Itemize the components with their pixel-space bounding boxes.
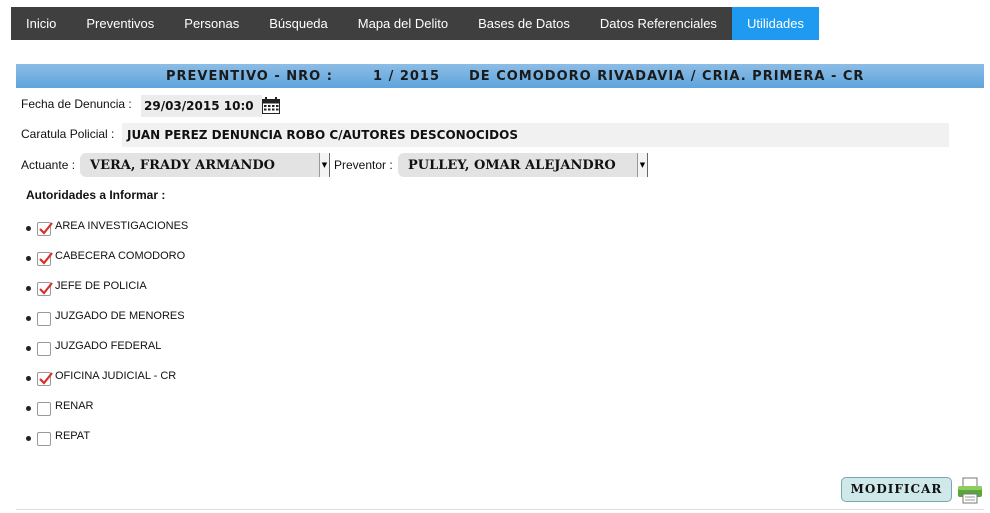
nav-inicio[interactable]: Inicio <box>11 7 71 40</box>
checkmark-icon <box>39 222 53 235</box>
checkbox-label: AREA INVESTIGACIONES <box>55 220 189 232</box>
modificar-button[interactable]: MODIFICAR <box>841 477 952 502</box>
nav-busqueda[interactable]: Búsqueda <box>254 7 343 40</box>
printer-icon[interactable] <box>956 476 984 504</box>
checkbox[interactable] <box>37 432 51 446</box>
preventor-value: PULLEY, OMAR ALEJANDRO <box>408 158 616 173</box>
checkbox[interactable] <box>37 252 53 266</box>
bullet-icon <box>26 346 31 351</box>
nav-mapa-del-delito[interactable]: Mapa del Delito <box>343 7 463 40</box>
bullet-icon <box>26 226 31 231</box>
actuante-select[interactable]: VERA, FRADY ARMANDO ▼ <box>80 153 330 177</box>
checkbox-label: CABECERA COMODORO <box>55 250 186 262</box>
actuante-value: VERA, FRADY ARMANDO <box>90 158 275 173</box>
nav-preventivos[interactable]: Preventivos <box>71 7 169 40</box>
checkbox[interactable] <box>37 222 53 236</box>
autoridades-title: Autoridades a Informar : <box>26 188 166 202</box>
bullet-icon <box>26 376 31 381</box>
checkbox[interactable] <box>37 342 51 356</box>
chevron-down-icon[interactable]: ▼ <box>319 153 330 177</box>
actuante-label: Actuante : <box>21 158 76 172</box>
checkbox[interactable] <box>37 372 53 386</box>
nav-utilidades[interactable]: Utilidades <box>731 7 820 40</box>
chevron-down-icon[interactable]: ▼ <box>637 153 648 177</box>
checkmark-icon <box>39 282 53 295</box>
checkbox-label: JUZGADO DE MENORES <box>55 310 185 322</box>
checkbox-label: RENAR <box>55 400 94 412</box>
caratula-label: Caratula Policial : <box>21 127 115 141</box>
fecha-label: Fecha de Denuncia : <box>21 97 132 111</box>
banner-label: PREVENTIVO - NRO : <box>166 69 333 84</box>
banner-location: DE COMODORO RIVADAVIA / CRIA. PRIMERA - … <box>469 69 865 84</box>
bullet-icon <box>26 436 31 441</box>
nav-datos-referenciales[interactable]: Datos Referenciales <box>585 7 732 40</box>
preventor-label: Preventor : <box>334 158 393 172</box>
preventor-select[interactable]: PULLEY, OMAR ALEJANDRO ▼ <box>398 153 648 177</box>
bullet-icon <box>26 256 31 261</box>
calendar-icon[interactable] <box>262 97 280 114</box>
bullet-icon <box>26 286 31 291</box>
checkbox-label: JEFE DE POLICIA <box>55 280 147 292</box>
bullet-icon <box>26 406 31 411</box>
divider <box>16 509 984 510</box>
fecha-input[interactable]: 29/03/2015 10:0 <box>141 95 262 117</box>
nav-bases-de-datos[interactable]: Bases de Datos <box>463 7 585 40</box>
checkmark-icon <box>39 372 53 385</box>
checkbox[interactable] <box>37 312 51 326</box>
caratula-input[interactable]: JUAN PEREZ DENUNCIA ROBO C/AUTORES DESCO… <box>122 123 949 147</box>
top-nav: Inicio Preventivos Personas Búsqueda Map… <box>11 7 820 40</box>
checkmark-icon <box>39 252 53 265</box>
preventivo-banner: PREVENTIVO - NRO : 1 / 2015 DE COMODORO … <box>16 64 984 88</box>
checkbox[interactable] <box>37 402 51 416</box>
checkbox-label: OFICINA JUDICIAL - CR <box>55 370 177 382</box>
nav-personas[interactable]: Personas <box>169 7 254 40</box>
checkbox-label: JUZGADO FEDERAL <box>55 340 162 352</box>
checkbox[interactable] <box>37 282 53 296</box>
banner-number: 1 / 2015 <box>373 69 441 84</box>
bullet-icon <box>26 316 31 321</box>
checkbox-label: REPAT <box>55 430 91 442</box>
